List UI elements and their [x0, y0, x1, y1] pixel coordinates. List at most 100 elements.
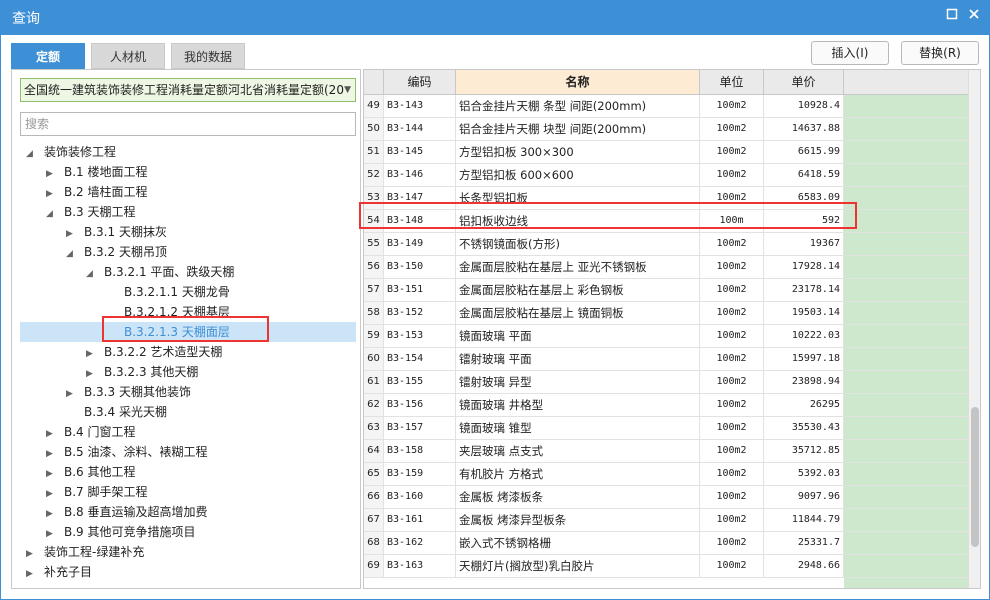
unit-cell: 100m2	[700, 440, 764, 462]
tree-item[interactable]: ▶ B.8 垂直运输及超高增加费	[20, 502, 356, 522]
tree-item-label: B.9 其他可竞争措施项目	[64, 525, 196, 539]
unit-cell: 100m2	[700, 164, 764, 186]
row-number: 67	[364, 509, 384, 531]
tree-item[interactable]: ▶ B.3.3 天棚其他装饰	[20, 382, 356, 402]
expanded-arrow-icon[interactable]: ◢	[26, 144, 38, 164]
collapsed-arrow-icon[interactable]: ▶	[26, 544, 38, 564]
collapsed-arrow-icon[interactable]: ▶	[46, 424, 58, 444]
code-cell: B3-160	[384, 486, 456, 508]
row-number: 68	[364, 532, 384, 554]
collapsed-arrow-icon[interactable]: ▶	[46, 524, 58, 544]
table-row[interactable]: 52 B3-146 方型铝扣板 600×600 100m2 6418.59	[364, 164, 980, 187]
collapsed-arrow-icon[interactable]: ▶	[46, 504, 58, 524]
tree-item-label: 补充子目	[44, 565, 93, 579]
tree-item[interactable]: ▶ B.4 门窗工程	[20, 422, 356, 442]
collapsed-arrow-icon[interactable]: ▶	[46, 484, 58, 504]
table-row[interactable]: 68 B3-162 嵌入式不锈钢格栅 100m2 25331.7	[364, 532, 980, 555]
table-row[interactable]: 50 B3-144 铝合金挂片天棚 块型 间距(200mm) 100m2 14637.8…	[364, 118, 980, 141]
row-number: 62	[364, 394, 384, 416]
header-name[interactable]: 名称	[456, 70, 700, 94]
table-row[interactable]: 69 B3-163 天棚灯片(搁放型)乳白胶片 100m2 2948.66	[364, 555, 980, 578]
tree-item[interactable]: B.3.2.1.2 天棚基层	[20, 302, 356, 322]
tree-item[interactable]: ▶ B.3.2.3 其他天棚	[20, 362, 356, 382]
expanded-arrow-icon[interactable]: ◢	[86, 264, 98, 284]
tree-item[interactable]: ▶ B.5 油漆、涂料、裱糊工程	[20, 442, 356, 462]
tree-item[interactable]: B.3.4 采光天棚	[20, 402, 356, 422]
tree-item[interactable]: ▶ B.1 楼地面工程	[20, 162, 356, 182]
search-input[interactable]	[20, 112, 356, 136]
tab-my-data[interactable]: 我的数据	[171, 43, 245, 69]
tree-item[interactable]: ▶ B.2 墙柱面工程	[20, 182, 356, 202]
tree-item[interactable]: ◢ 装饰装修工程	[20, 142, 356, 162]
table-row[interactable]: 56 B3-150 金属面层胶粘在基层上 亚光不锈钢板 100m2 17928.14	[364, 256, 980, 279]
table-row[interactable]: 51 B3-145 方型铝扣板 300×300 100m2 6615.99	[364, 141, 980, 164]
collapsed-arrow-icon[interactable]: ▶	[66, 384, 78, 404]
tree-item[interactable]: ◢ B.3 天棚工程	[20, 202, 356, 222]
row-number: 64	[364, 440, 384, 462]
tree-item[interactable]: ▶ B.9 其他可竞争措施项目	[20, 522, 356, 542]
code-cell: B3-156	[384, 394, 456, 416]
table-row[interactable]: 55 B3-149 不锈钢镜面板(方形) 100m2 19367	[364, 233, 980, 256]
collapsed-arrow-icon[interactable]: ▶	[86, 364, 98, 384]
tree-item[interactable]: ◢ B.3.2 天棚吊顶	[20, 242, 356, 262]
row-number: 56	[364, 256, 384, 278]
expanded-arrow-icon[interactable]: ◢	[66, 244, 78, 264]
quota-table: 编码 名称 单位 单价 49 B3-143 铝合金挂片天棚 条型 间距(200mm)…	[363, 69, 981, 589]
code-cell: B3-149	[384, 233, 456, 255]
tree-item-label: B.2 墙柱面工程	[64, 185, 148, 199]
table-row[interactable]: 49 B3-143 铝合金挂片天棚 条型 间距(200mm) 100m2 10928.4	[364, 95, 980, 118]
table-row[interactable]: 66 B3-160 金属板 烤漆板条 100m2 9097.96	[364, 486, 980, 509]
table-row[interactable]: 61 B3-155 镭射玻璃 异型 100m2 23898.94	[364, 371, 980, 394]
replace-button[interactable]: 替换(R)	[901, 41, 979, 65]
tree-item[interactable]: ▶ B.7 脚手架工程	[20, 482, 356, 502]
header-unit[interactable]: 单位	[700, 70, 764, 94]
name-cell: 金属板 烤漆异型板条	[456, 509, 700, 531]
tab-quota[interactable]: 定额	[11, 43, 85, 69]
tree-item[interactable]: ▶ 装饰工程-绿建补充	[20, 542, 356, 562]
tree-item[interactable]: ▶ B.3.1 天棚抹灰	[20, 222, 356, 242]
table-row[interactable]: 53 B3-147 长条型铝扣板 100m2 6583.09	[364, 187, 980, 210]
vertical-scrollbar[interactable]	[968, 70, 980, 588]
collapsed-arrow-icon[interactable]: ▶	[26, 564, 38, 584]
tree-item[interactable]: ◢ B.3.2.1 平面、跌级天棚	[20, 262, 356, 282]
collapsed-arrow-icon[interactable]: ▶	[46, 464, 58, 484]
collapsed-arrow-icon[interactable]: ▶	[46, 184, 58, 204]
price-cell: 6615.99	[764, 141, 844, 163]
table-row[interactable]: 58 B3-152 金属面层胶粘在基层上 镜面铜板 100m2 19503.14	[364, 302, 980, 325]
scrollbar-thumb[interactable]	[971, 407, 979, 547]
table-row[interactable]: 60 B3-154 镭射玻璃 平面 100m2 15997.18	[364, 348, 980, 371]
restore-icon[interactable]	[944, 8, 960, 24]
tree-item-selected[interactable]: B.3.2.1.3 天棚面层	[20, 322, 356, 342]
code-cell: B3-145	[384, 141, 456, 163]
table-row[interactable]: 63 B3-157 镜面玻璃 锥型 100m2 35530.43	[364, 417, 980, 440]
table-row[interactable]: 65 B3-159 有机胶片 方格式 100m2 5392.03	[364, 463, 980, 486]
code-cell: B3-158	[384, 440, 456, 462]
table-row[interactable]: 57 B3-151 金属面层胶粘在基层上 彩色钢板 100m2 23178.14	[364, 279, 980, 302]
quota-library-select[interactable]: 全国统一建筑装饰装修工程消耗量定额河北省消耗量定额(20 ▼	[20, 78, 356, 102]
table-row[interactable]: 64 B3-158 夹层玻璃 点支式 100m2 35712.85	[364, 440, 980, 463]
collapsed-arrow-icon[interactable]: ▶	[66, 224, 78, 244]
table-row[interactable]: 67 B3-161 金属板 烤漆异型板条 100m2 11844.79	[364, 509, 980, 532]
collapsed-arrow-icon[interactable]: ▶	[46, 444, 58, 464]
header-price[interactable]: 单价	[764, 70, 844, 94]
tree-item[interactable]: ▶ 补充子目	[20, 562, 356, 582]
table-row[interactable]: 62 B3-156 镜面玻璃 井格型 100m2 26295	[364, 394, 980, 417]
collapsed-arrow-icon[interactable]: ▶	[86, 344, 98, 364]
tree-item-label: B.3.2.1 平面、跌级天棚	[104, 265, 235, 279]
close-icon[interactable]	[966, 8, 982, 24]
name-cell: 天棚灯片(搁放型)乳白胶片	[456, 555, 700, 577]
tab-labor-material-machine[interactable]: 人材机	[91, 43, 165, 69]
tree-item[interactable]: B.3.2.1.1 天棚龙骨	[20, 282, 356, 302]
query-window: 定额 人材机 我的数据 插入(I) 替换(R) 全国统一建筑装饰装修工程消耗量定…	[0, 34, 990, 600]
row-number: 55	[364, 233, 384, 255]
tree-item[interactable]: ▶ B.6 其他工程	[20, 462, 356, 482]
insert-button[interactable]: 插入(I)	[811, 41, 889, 65]
tree-item[interactable]: ▶ B.3.2.2 艺术造型天棚	[20, 342, 356, 362]
unit-cell: 100m2	[700, 95, 764, 117]
table-row[interactable]: 59 B3-153 镜面玻璃 平面 100m2 10222.03	[364, 325, 980, 348]
table-row[interactable]: 54 B3-148 铝扣板收边线 100m 592	[364, 210, 980, 233]
expanded-arrow-icon[interactable]: ◢	[46, 204, 58, 224]
header-code[interactable]: 编码	[384, 70, 456, 94]
collapsed-arrow-icon[interactable]: ▶	[46, 164, 58, 184]
chevron-down-icon[interactable]: ▼	[344, 79, 351, 101]
